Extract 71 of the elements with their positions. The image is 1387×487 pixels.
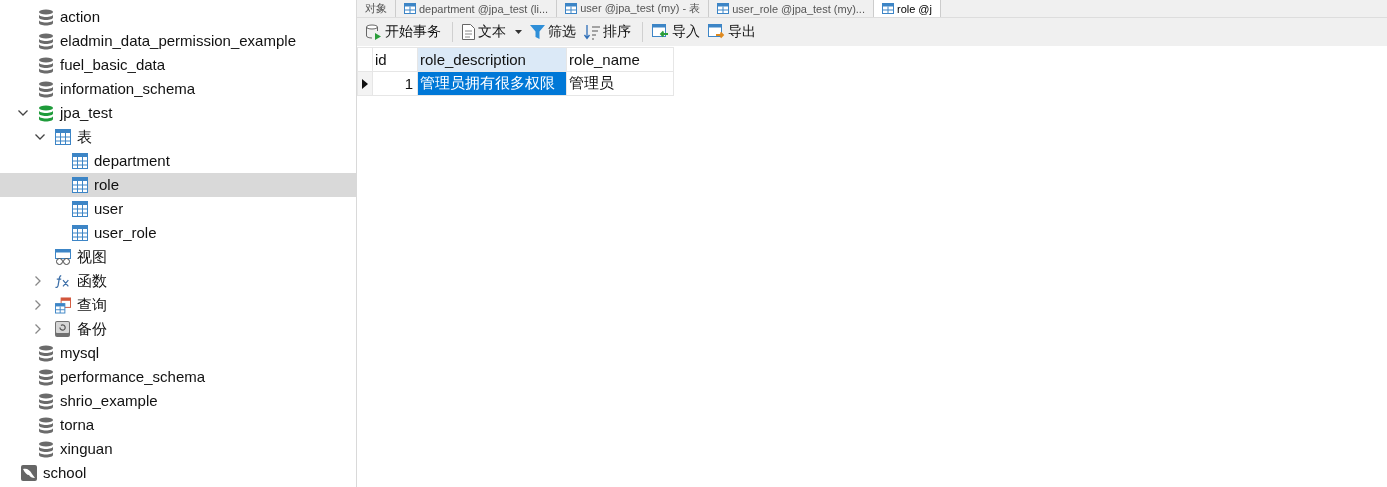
table-icon — [72, 177, 88, 193]
editor-tab[interactable]: user_role @jpa_test (my)... — [709, 0, 874, 17]
editor-tab[interactable]: department @jpa_test (li... — [396, 0, 558, 17]
table-icon — [72, 225, 88, 241]
filter-icon — [530, 24, 545, 40]
database-icon — [38, 32, 54, 50]
database-icon — [38, 440, 54, 458]
column-header[interactable]: role_name — [566, 47, 674, 72]
toolbar-button[interactable]: 导入 — [649, 21, 703, 43]
tree-item[interactable]: user_role — [0, 221, 356, 245]
tree-item[interactable]: eladmin_data_permission_example — [0, 29, 356, 53]
tree-item[interactable]: xinguan — [0, 437, 356, 461]
chevron-right-icon[interactable] — [35, 300, 41, 310]
tree-item[interactable]: school — [0, 461, 356, 485]
views-icon — [55, 249, 71, 265]
toolbar-button[interactable]: 导出 — [705, 21, 759, 43]
chevron-down-icon[interactable] — [35, 134, 45, 140]
table-icon — [717, 3, 730, 14]
tree-item[interactable]: performance_schema — [0, 365, 356, 389]
function-icon — [55, 273, 71, 289]
tree-item[interactable]: fuel_basic_data — [0, 53, 356, 77]
table-icon — [55, 129, 71, 145]
table-icon — [72, 153, 88, 169]
database-icon — [38, 392, 54, 410]
database-icon — [38, 368, 54, 386]
toolbar-button[interactable]: 开始事务 — [363, 21, 444, 43]
tree-item[interactable]: action — [0, 5, 356, 29]
query-icon — [55, 296, 71, 314]
column-header[interactable]: role_description — [417, 47, 567, 72]
table-icon — [565, 3, 578, 14]
toolbar-button[interactable]: 筛选 — [527, 21, 579, 43]
tree-item[interactable]: torna — [0, 413, 356, 437]
table-icon — [881, 3, 894, 14]
table-cell: 1 — [372, 71, 418, 96]
toolbar-button[interactable]: 排序 — [581, 21, 634, 43]
database-icon — [38, 344, 54, 362]
database-icon — [38, 8, 54, 26]
tree-item[interactable]: 备份 — [0, 317, 356, 341]
tree-item[interactable]: 函数 — [0, 269, 356, 293]
sort-icon — [584, 24, 600, 40]
table-cell: 管理员 — [566, 71, 674, 96]
tree-item[interactable]: 表 — [0, 125, 356, 149]
chevron-right-icon[interactable] — [35, 324, 41, 334]
tree-item[interactable]: 查询 — [0, 293, 356, 317]
tree-item[interactable]: mysql — [0, 341, 356, 365]
chevron-down-icon[interactable] — [18, 110, 28, 116]
caret-icon — [515, 30, 522, 34]
tree-item[interactable]: user — [0, 197, 356, 221]
tree-item[interactable]: shrio_example — [0, 389, 356, 413]
database-icon — [38, 56, 54, 74]
table-cell: 管理员拥有很多权限 — [417, 71, 567, 96]
connection-icon — [21, 465, 37, 481]
editor-tab[interactable]: 对象 — [357, 0, 396, 17]
document-icon — [462, 24, 475, 40]
database-play-icon — [366, 24, 382, 40]
database-icon — [38, 416, 54, 434]
column-header[interactable]: id — [372, 47, 418, 72]
tree-item[interactable]: role — [0, 173, 356, 197]
tree-item[interactable]: department — [0, 149, 356, 173]
tree-item[interactable]: jpa_test — [0, 101, 356, 125]
table-icon — [72, 201, 88, 217]
database-icon — [38, 104, 54, 122]
editor-tab[interactable]: role @j — [873, 0, 941, 17]
chevron-right-icon[interactable] — [35, 276, 41, 286]
tree-item[interactable]: information_schema — [0, 77, 356, 101]
database-icon — [38, 80, 54, 98]
editor-tab[interactable]: user @jpa_test (my) - 表 — [557, 0, 710, 17]
toolbar-button[interactable]: 文本 — [459, 21, 525, 43]
table-icon — [404, 3, 416, 14]
backup-icon — [55, 321, 70, 337]
tree-item[interactable]: 视图 — [0, 245, 356, 269]
